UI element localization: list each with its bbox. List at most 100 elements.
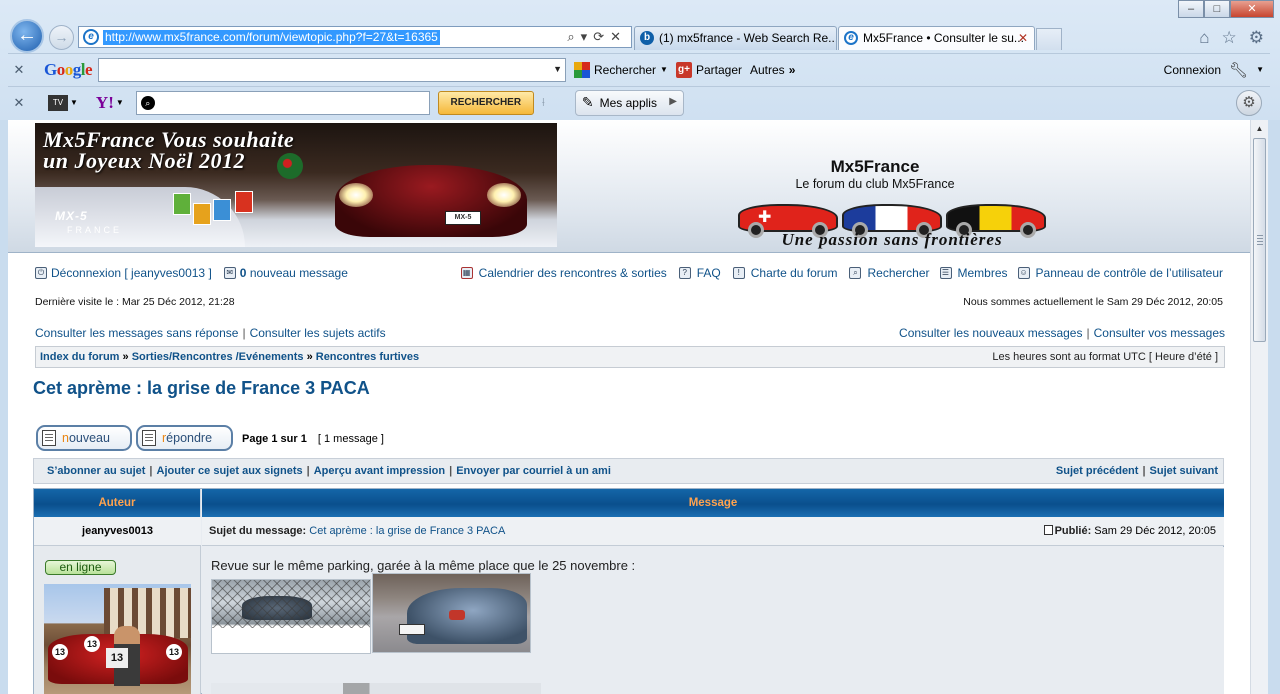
search-icon: ⌕ [849,267,862,279]
subscribe-link[interactable]: S’abonner au sujet [47,465,145,477]
post-photo[interactable] [372,573,531,653]
address-url[interactable]: http://www.mx5france.com/forum/viewtopic… [103,30,440,45]
active-topics-link[interactable]: Consulter les sujets actifs [250,326,386,340]
photo-fence [212,580,370,628]
yahoo-logo[interactable]: Y! [96,93,114,113]
previous-topic-link[interactable]: Sujet précédent [1056,465,1139,477]
chevron-down-icon[interactable]: ▼ [70,98,78,107]
browser-chrome: – □ ✕ ← → e http://www.mx5france.com/for… [0,0,1280,120]
post-author[interactable]: jeanyves0013 [34,517,201,546]
banner-text-line2: un Joyeux Noël 2012 [43,148,245,173]
post-subject-row: Sujet du message: Cet aprème : la grise … [202,517,1224,546]
site-title: Mx5France [830,157,920,176]
new-topic-accent: n [62,431,69,445]
your-posts-link[interactable]: Consulter vos messages [1094,326,1225,340]
banner-text-line1: Mx5France Vous souhaite [43,127,295,152]
tab-label: Mx5France • Consulter le su... [863,31,1024,45]
wrench-icon[interactable]: 🔧︎ [1229,61,1248,79]
google-search-input[interactable]: ▼ [98,57,567,82]
calendar-link[interactable]: Calendrier des rencontres & sorties [479,266,667,280]
user-control-panel-link[interactable]: Panneau de contrôle de l’utilisateur [1036,266,1223,280]
author-cell: jeanyves0013 en ligne 13 13 13 13 [34,517,201,694]
new-messages-link[interactable]: 0 nouveau message [240,266,348,280]
page-title[interactable]: Cet aprème : la grise de France 3 PACA [33,378,370,399]
members-link[interactable]: Membres [958,266,1008,280]
post-body: Revue sur le même parking, garée à la mê… [202,547,1224,694]
logout-link[interactable]: Déconnexion [ jeanyves0013 ] [51,266,212,280]
gift-icon [173,193,191,215]
email-friend-link[interactable]: Envoyer par courriel à un ami [456,465,611,477]
favorites-star-icon[interactable]: ☆ [1222,28,1237,48]
breadcrumb-item[interactable]: Index du forum [40,351,119,363]
unanswered-link[interactable]: Consulter les messages sans réponse [35,326,238,340]
site-slogan: Une passion sans frontières [781,230,1003,249]
christmas-banner[interactable]: MX-5 Mx5France Vous souhaite un Joyeux N… [35,123,557,247]
current-time: Nous sommes actuellement le Sam 29 Déc 2… [963,296,1223,308]
faq-link[interactable]: FAQ [697,266,721,280]
new-topic-label: nouveau [62,431,110,445]
scrollbar-thumb[interactable] [1253,138,1266,342]
search-icon: ⌕ [140,95,155,110]
pagination: Page 1 sur 1 [ 1 message ] [242,433,384,445]
site-header: MX-5 Mx5France Vous souhaite un Joyeux N… [8,120,1250,253]
new-topic-button[interactable]: nouveau [36,425,132,451]
tab-mx5france[interactable]: e Mx5France • Consulter le su... ✕ [838,26,1035,50]
reply-button[interactable]: répondre [136,425,233,451]
avatar: 13 13 13 13 [44,584,191,694]
back-button[interactable]: ← [10,19,44,53]
race-number-sign: 13 [106,648,128,668]
separator: | [449,465,453,477]
new-posts-link[interactable]: Consulter les nouveaux messages [899,326,1082,340]
post-photo-partial [211,683,541,694]
minimize-button[interactable]: – [1178,0,1204,18]
mx5-logo-sub: FRANCE [67,225,123,235]
search-link[interactable]: Rechercher [867,266,929,280]
bookmark-link[interactable]: Ajouter ce sujet aux signets [157,465,303,477]
club-logo[interactable]: ✚ Une passion sans frontières [736,200,1048,250]
next-topic-link[interactable]: Sujet suivant [1150,465,1218,477]
breadcrumb: Index du forum » Sorties/Rencontres /Evé… [35,346,1225,368]
post-subject-link[interactable]: Cet aprème : la grise de France 3 PACA [309,525,505,537]
settings-gear-icon[interactable]: ⚙ [1236,89,1262,116]
ie-icon: e [844,31,858,45]
yahoo-search-input[interactable]: ⌕ [135,90,430,115]
post-icon[interactable] [1043,525,1053,535]
more-button[interactable]: Autres » [750,63,795,77]
double-chevron-icon: » [788,62,796,77]
tv-icon[interactable]: TV [48,94,68,111]
chevron-down-icon[interactable]: ▼ [116,98,124,107]
scroll-up-icon[interactable]: ▲ [1251,120,1268,137]
forward-button[interactable]: → [49,25,74,50]
address-bar-icons[interactable]: ⌕▾⟳✕ [567,29,627,45]
share-button[interactable]: g+ Partager [675,61,742,78]
post-photo[interactable] [211,579,371,654]
tab-web-search[interactable]: b (1) mx5france - Web Search Re... [634,26,837,50]
visit-info: Dernière visite le : Mar 25 Déc 2012, 21… [35,296,1225,308]
close-window-button[interactable]: ✕ [1230,0,1274,18]
mx5-logo: MX-5 [55,209,88,223]
headlight-right [487,183,521,207]
chevron-down-icon[interactable]: ▼ [553,64,562,74]
home-icon[interactable]: ⌂ [1199,28,1209,48]
address-bar[interactable]: e http://www.mx5france.com/forum/viewtop… [78,26,632,48]
breadcrumb-item[interactable]: Sorties/Rencontres /Evénements [132,351,304,363]
charter-link[interactable]: Charte du forum [751,266,838,280]
vertical-scrollbar[interactable]: ▲ [1250,120,1268,694]
login-button[interactable]: Connexion [1164,63,1221,77]
close-toolbar-icon[interactable]: ✕ [8,62,30,78]
post-text: Revue sur le même parking, garée à la mê… [211,558,636,573]
chevron-down-icon[interactable]: ▼ [1256,65,1264,74]
tools-gear-icon[interactable]: ⚙ [1249,28,1264,48]
toolbar-separator-icon: ⟊ [541,95,545,109]
tab-close-icon[interactable]: ✕ [1018,27,1028,49]
yahoo-search-button[interactable]: RECHERCHER [437,90,534,115]
reply-icon [142,430,156,446]
close-toolbar-icon[interactable]: ✕ [8,95,30,111]
google-search-button[interactable]: Rechercher ▼ [574,61,668,78]
maximize-button[interactable]: □ [1204,0,1230,18]
print-link[interactable]: Aperçu avant impression [314,465,445,477]
separator: | [306,465,310,477]
new-tab-button[interactable] [1036,28,1062,50]
breadcrumb-item[interactable]: Rencontres furtives [316,351,419,363]
my-apps-button[interactable]: ✎ Mes applis ▶ [574,89,684,116]
